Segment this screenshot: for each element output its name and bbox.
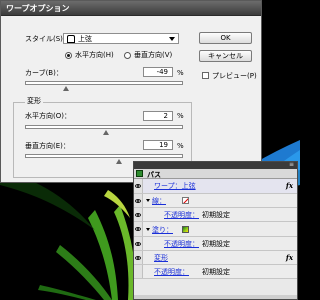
- transform-link[interactable]: 変形: [154, 253, 168, 263]
- fx-icon[interactable]: fx: [286, 253, 293, 262]
- transform-row[interactable]: 変形 fx: [134, 251, 297, 265]
- appearance-panel: ≡ パス ワープ：上弦 fx 線： 不透明度： 初期設定 塗り： 不透明度： 初…: [133, 161, 298, 300]
- fill-visibility-toggle[interactable]: [134, 222, 143, 236]
- stroke-label-link[interactable]: 線：: [152, 196, 166, 206]
- warp-visibility-toggle[interactable]: [134, 179, 143, 193]
- opacity-value: 初期設定: [202, 268, 230, 276]
- h-distortion-percent: %: [177, 112, 184, 120]
- style-select[interactable]: 上弦: [63, 33, 179, 44]
- h-distortion-slider-thumb[interactable]: [102, 130, 109, 135]
- path-thumbnail: [136, 170, 143, 177]
- eye-icon: [135, 241, 141, 246]
- fill-opacity-value: 初期設定: [202, 240, 230, 248]
- v-distortion-input[interactable]: 19: [143, 140, 173, 150]
- eye-icon: [135, 184, 141, 188]
- cancel-button[interactable]: キャンセル: [199, 50, 252, 62]
- h-distortion-slider[interactable]: [25, 125, 183, 135]
- stroke-opacity-visibility-toggle[interactable]: [134, 208, 143, 221]
- vertical-radio-label[interactable]: 垂直方向(V): [134, 50, 172, 60]
- v-distortion-percent: %: [177, 142, 184, 150]
- fx-icon[interactable]: fx: [286, 181, 293, 190]
- h-distortion-input[interactable]: 2: [143, 111, 173, 121]
- bend-slider-thumb[interactable]: [62, 86, 69, 91]
- panel-path-header: パス: [134, 169, 297, 179]
- eye-icon: [135, 227, 141, 231]
- chevron-down-icon: [169, 37, 175, 41]
- panel-top-bar[interactable]: ≡: [134, 161, 297, 169]
- opacity-visibility-spacer: [134, 265, 143, 278]
- v-distortion-slider-thumb[interactable]: [115, 159, 122, 164]
- bend-label: カーブ(B)：: [25, 69, 63, 77]
- stroke-none-swatch[interactable]: [182, 197, 189, 204]
- vertical-radio[interactable]: [124, 52, 131, 59]
- stroke-opacity-row[interactable]: 不透明度： 初期設定: [134, 208, 297, 222]
- transform-visibility-toggle[interactable]: [134, 251, 143, 264]
- arc-upper-icon: [67, 35, 75, 43]
- v-distortion-slider[interactable]: [25, 154, 183, 164]
- fill-label-link[interactable]: 塗り：: [152, 225, 173, 235]
- dialog-title: ワープオプション: [6, 4, 70, 13]
- fill-opacity-link[interactable]: 不透明度：: [164, 239, 199, 249]
- panel-bottom-bar: [134, 295, 297, 299]
- eye-icon: [135, 255, 141, 260]
- warp-options-dialog: ワープオプション スタイル(S)： 上弦 水平方向(H) 垂直方向(V) カーブ…: [0, 0, 262, 183]
- opacity-row[interactable]: 不透明度： 初期設定: [134, 265, 297, 279]
- warp-effect-link[interactable]: ワープ：上弦: [154, 181, 196, 191]
- h-distortion-label: 水平方向(O)：: [25, 112, 71, 120]
- bend-percent: %: [177, 69, 184, 77]
- fill-row[interactable]: 塗り：: [134, 222, 297, 237]
- ok-button[interactable]: OK: [199, 32, 252, 44]
- v-distortion-label: 垂直方向(E)：: [25, 142, 70, 150]
- panel-menu-icon[interactable]: ≡: [289, 161, 294, 168]
- horizontal-radio[interactable]: [65, 52, 72, 59]
- fill-gradient-swatch[interactable]: [182, 226, 189, 233]
- horizontal-radio-label[interactable]: 水平方向(H): [75, 50, 114, 60]
- fill-expand-triangle-icon[interactable]: [146, 228, 150, 231]
- eye-icon: [135, 198, 141, 203]
- stroke-opacity-link[interactable]: 不透明度：: [164, 210, 199, 220]
- bend-slider[interactable]: [25, 81, 183, 91]
- bend-input[interactable]: -49: [143, 67, 173, 77]
- preview-label[interactable]: プレビュー(P): [212, 71, 257, 81]
- stroke-opacity-value: 初期設定: [202, 211, 230, 219]
- fill-opacity-visibility-toggle[interactable]: [134, 237, 143, 250]
- dialog-titlebar[interactable]: ワープオプション: [1, 1, 261, 16]
- opacity-link[interactable]: 不透明度：: [154, 267, 189, 277]
- eye-icon: [135, 212, 141, 217]
- fill-opacity-row[interactable]: 不透明度： 初期設定: [134, 237, 297, 251]
- distortion-label: 変形: [25, 96, 43, 106]
- style-select-value: 上弦: [78, 35, 92, 43]
- stroke-visibility-toggle[interactable]: [134, 194, 143, 207]
- warp-effect-row[interactable]: ワープ：上弦 fx: [134, 179, 297, 194]
- stroke-row[interactable]: 線：: [134, 194, 297, 208]
- stroke-expand-triangle-icon[interactable]: [146, 199, 150, 202]
- preview-checkbox[interactable]: [202, 72, 209, 79]
